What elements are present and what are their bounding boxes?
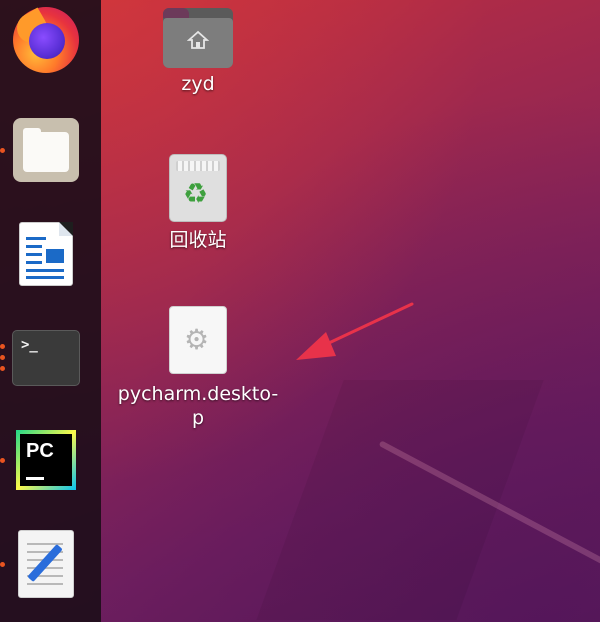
desktop-icon-label: pycharm.deskto- p <box>117 383 279 429</box>
home-folder-icon <box>163 8 233 68</box>
trash-icon: ♻ <box>169 154 227 222</box>
running-indicator <box>0 562 5 567</box>
text-editor-icon <box>18 530 74 598</box>
running-indicator <box>0 148 5 153</box>
running-indicator <box>0 366 5 371</box>
running-indicator <box>0 355 5 360</box>
dock: >_ PC <box>0 0 101 622</box>
dock-item-pycharm[interactable]: PC <box>12 426 80 494</box>
desktop-icon-label: zyd <box>181 73 215 95</box>
desktop-icon-pycharm-desktop[interactable]: ⚙ pycharm.deskto- p <box>108 306 288 430</box>
pycharm-logo-text: PC <box>26 440 54 462</box>
desktop-icon-home[interactable]: zyd <box>158 8 238 96</box>
dock-item-libreoffice-writer[interactable] <box>12 220 80 288</box>
wallpaper-shape <box>256 380 544 620</box>
running-indicator <box>0 458 5 463</box>
dock-item-text-editor[interactable] <box>12 530 80 598</box>
firefox-icon <box>11 7 79 73</box>
desktop-icon-trash[interactable]: ♻ 回收站 <box>158 154 238 252</box>
libreoffice-writer-icon <box>19 222 73 286</box>
desktop-file-gear-icon: ⚙ <box>169 306 227 374</box>
recycle-icon: ♻ <box>183 177 209 210</box>
dock-item-files[interactable] <box>12 116 80 184</box>
home-icon <box>187 30 209 49</box>
running-indicator <box>0 344 5 349</box>
terminal-prompt: >_ <box>21 337 38 353</box>
terminal-icon: >_ <box>12 330 80 386</box>
files-icon <box>13 118 79 182</box>
pycharm-icon: PC <box>16 430 76 490</box>
gear-icon: ⚙ <box>184 323 210 356</box>
dock-item-firefox[interactable] <box>11 6 80 74</box>
desktop-icon-label: 回收站 <box>169 229 227 251</box>
dock-item-terminal[interactable]: >_ <box>12 324 80 392</box>
